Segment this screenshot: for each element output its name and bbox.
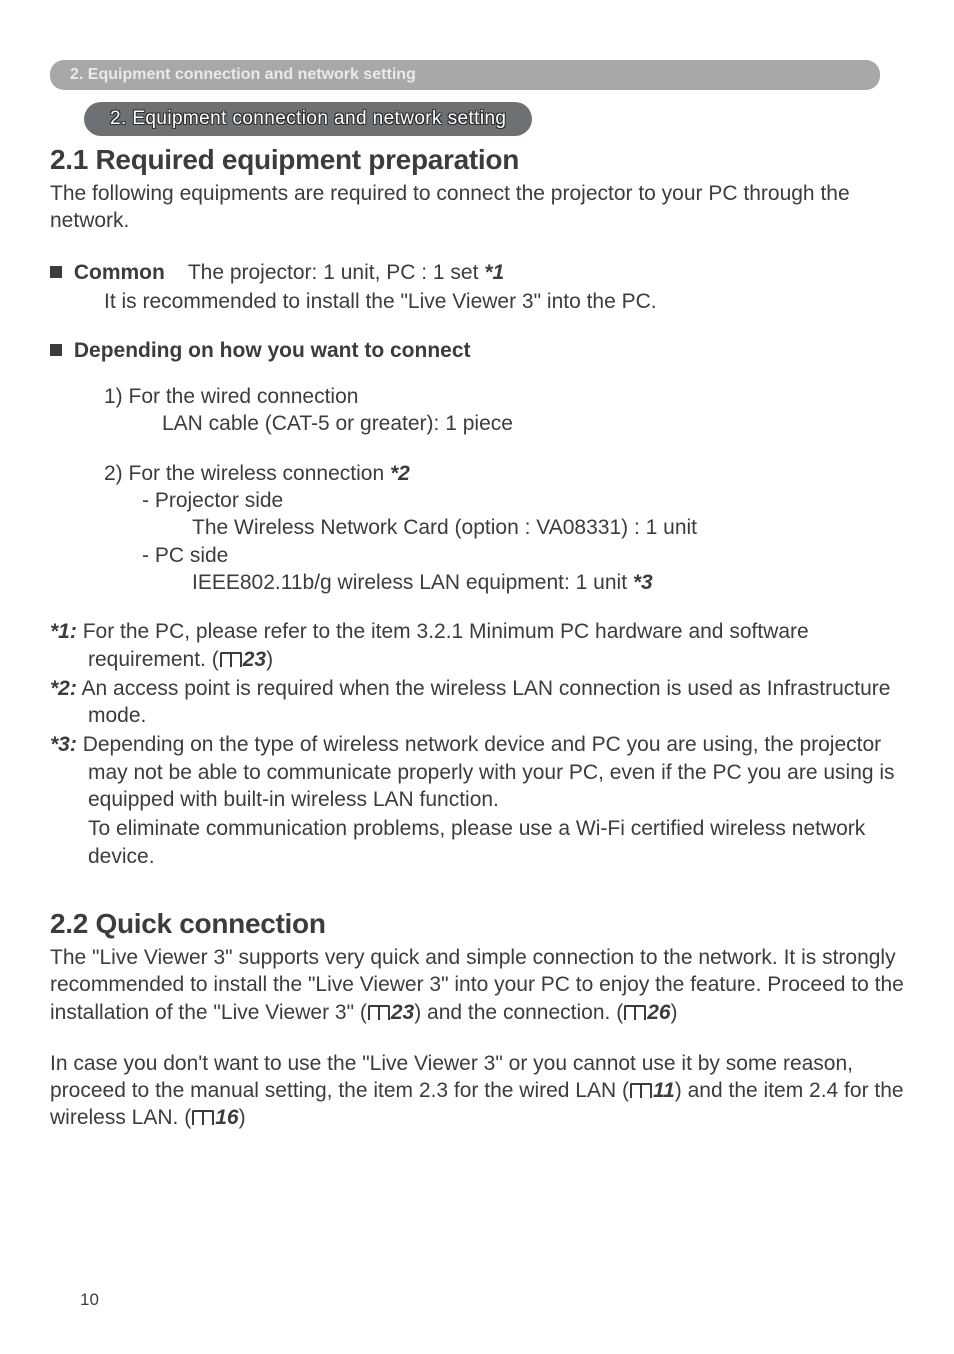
fn1-ref: 23 <box>243 648 266 671</box>
manual-ref-icon <box>624 1005 646 1020</box>
fn3-label: *3: <box>50 733 77 756</box>
q1-ref1: 23 <box>391 1001 414 1024</box>
fn2-text: An access point is required when the wir… <box>77 677 891 727</box>
footnote-ref-3: *3 <box>633 571 653 594</box>
q1-b: ) and the connection. ( <box>414 1001 623 1024</box>
footnote-ref-1: *1 <box>484 261 504 284</box>
common-subline: It is recommended to install the "Live V… <box>50 288 904 315</box>
common-line: Common The projector: 1 unit, PC : 1 set… <box>50 259 904 286</box>
quick-paragraph-1: The "Live Viewer 3" supports very quick … <box>50 944 904 1026</box>
common-line-rest: The projector: 1 unit, PC : 1 set <box>188 261 484 284</box>
page-number: 10 <box>80 1290 99 1310</box>
square-bullet-icon <box>50 266 62 278</box>
pc-side-label: - PC side <box>50 542 904 569</box>
projector-side-detail: The Wireless Network Card (option : VA08… <box>50 514 904 541</box>
fn2-label: *2: <box>50 677 77 700</box>
projector-side-label: - Projector side <box>50 487 904 514</box>
wired-head: 1) For the wired connection <box>50 383 904 410</box>
footnote-2: *2: An access point is required when the… <box>50 675 904 730</box>
quick-paragraph-2: In case you don't want to use the "Live … <box>50 1050 904 1132</box>
fn1-label: *1: <box>50 620 77 643</box>
fn1-b: ) <box>266 648 273 671</box>
footnote-3-cont: To eliminate communication problems, ple… <box>88 815 904 870</box>
fn3-text: Depending on the type of wireless networ… <box>77 733 895 811</box>
manual-ref-icon <box>630 1083 652 1098</box>
intro-2-1: The following equipments are required to… <box>50 180 904 235</box>
footnote-block: *1: For the PC, please refer to the item… <box>50 618 904 870</box>
depending-heading: Depending on how you want to connect <box>50 339 904 363</box>
wired-detail: LAN cable (CAT-5 or greater): 1 piece <box>50 410 904 437</box>
footnote-ref-2: *2 <box>390 462 410 485</box>
common-label: Common <box>74 261 165 284</box>
q1-ref2: 26 <box>647 1001 670 1024</box>
depending-label: Depending on how you want to connect <box>74 339 471 362</box>
q1-c: ) <box>671 1001 678 1024</box>
breadcrumb-band: 2. Equipment connection and network sett… <box>50 60 880 90</box>
section-pill: 2. Equipment connection and network sett… <box>84 102 532 136</box>
wireless-head: 2) For the wireless connection *2 <box>50 460 904 487</box>
pc-side-detail-a: IEEE802.11b/g wireless LAN equipment: 1 … <box>192 571 633 594</box>
footnote-3: *3: Depending on the type of wireless ne… <box>50 731 904 813</box>
square-bullet-icon <box>50 344 62 356</box>
heading-2-1: 2.1 Required equipment preparation <box>50 144 904 176</box>
wireless-head-a: 2) For the wireless connection <box>104 462 390 485</box>
section-pill-text: 2. Equipment connection and network sett… <box>110 108 506 130</box>
manual-ref-icon <box>220 652 242 667</box>
q2-ref2: 16 <box>215 1106 238 1129</box>
breadcrumb-text: 2. Equipment connection and network sett… <box>70 66 416 84</box>
pc-side-detail: IEEE802.11b/g wireless LAN equipment: 1 … <box>50 569 904 596</box>
manual-ref-icon <box>368 1005 390 1020</box>
footnote-1: *1: For the PC, please refer to the item… <box>50 618 904 673</box>
q2-ref1: 11 <box>653 1079 675 1102</box>
fn1-a: For the PC, please refer to the item 3.2… <box>77 620 809 670</box>
heading-2-2: 2.2 Quick connection <box>50 908 904 940</box>
q2-c: ) <box>239 1106 246 1129</box>
manual-ref-icon <box>192 1110 214 1125</box>
